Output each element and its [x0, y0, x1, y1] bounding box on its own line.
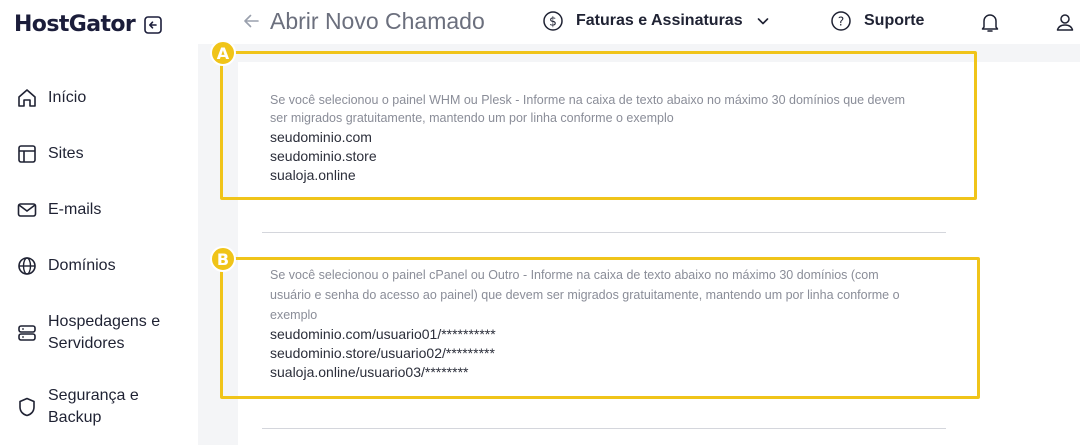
bell-icon[interactable]	[980, 11, 1000, 33]
billing-label: Faturas e Assinaturas	[576, 12, 743, 29]
sidebar-item-text: Segurança e Backup	[48, 385, 139, 429]
sidebar-item-inicio[interactable]: Início	[16, 87, 86, 109]
highlight-badge-b: B	[210, 246, 236, 272]
sidebar-item-label: Início	[48, 89, 87, 106]
support-label: Suporte	[864, 12, 925, 29]
server-icon	[16, 322, 38, 344]
sidebar-item-label: Segurança e	[48, 387, 139, 404]
help-circle-icon: ?	[830, 10, 852, 32]
svg-text:$: $	[549, 15, 557, 29]
sidebar-item-seguranca[interactable]: Segurança e Backup	[16, 385, 139, 429]
layout-icon	[16, 143, 38, 165]
brand-logo[interactable]: HostGator	[14, 12, 136, 37]
highlight-box-a	[220, 51, 977, 200]
mail-icon	[16, 199, 38, 221]
divider	[262, 428, 946, 429]
sidebar-item-sites[interactable]: Sites	[16, 143, 84, 165]
sidebar-item-label: Domínios	[48, 257, 116, 274]
svg-text:?: ?	[838, 15, 844, 29]
sidebar-item-hospedagens[interactable]: Hospedagens e Servidores	[16, 311, 160, 355]
sidebar-item-label: E-mails	[48, 201, 102, 218]
shield-icon	[16, 396, 38, 418]
brand: HostGator	[14, 12, 163, 37]
sidebar-item-text: Hospedagens e Servidores	[48, 311, 160, 355]
billing-menu[interactable]: $ Faturas e Assinaturas	[542, 10, 771, 32]
topbar: Abrir Novo Chamado $ Faturas e Assinatur…	[198, 0, 1080, 44]
user-icon[interactable]	[1054, 11, 1076, 33]
dollar-circle-icon: $	[542, 10, 564, 32]
sidebar-item-label: Sites	[48, 145, 84, 162]
collapse-sidebar-icon[interactable]	[143, 15, 163, 35]
back-arrow-icon[interactable]	[240, 10, 262, 32]
highlight-box-b	[220, 257, 980, 399]
sidebar-item-label: Hospedagens e	[48, 313, 161, 330]
sidebar-item-emails[interactable]: E-mails	[16, 199, 101, 221]
home-icon	[16, 87, 38, 109]
chevron-down-icon	[755, 13, 771, 29]
sidebar: HostGator Início Sites E-mails Domínios …	[0, 0, 198, 445]
sidebar-item-label-line2: Backup	[48, 409, 102, 426]
highlight-badge-a: A	[210, 40, 236, 66]
support-link[interactable]: ? Suporte	[830, 10, 924, 32]
sidebar-item-label-line2: Servidores	[48, 335, 125, 352]
globe-icon	[16, 255, 38, 277]
page-title: Abrir Novo Chamado	[270, 8, 485, 34]
divider	[262, 232, 946, 233]
sidebar-item-dominios[interactable]: Domínios	[16, 255, 116, 277]
